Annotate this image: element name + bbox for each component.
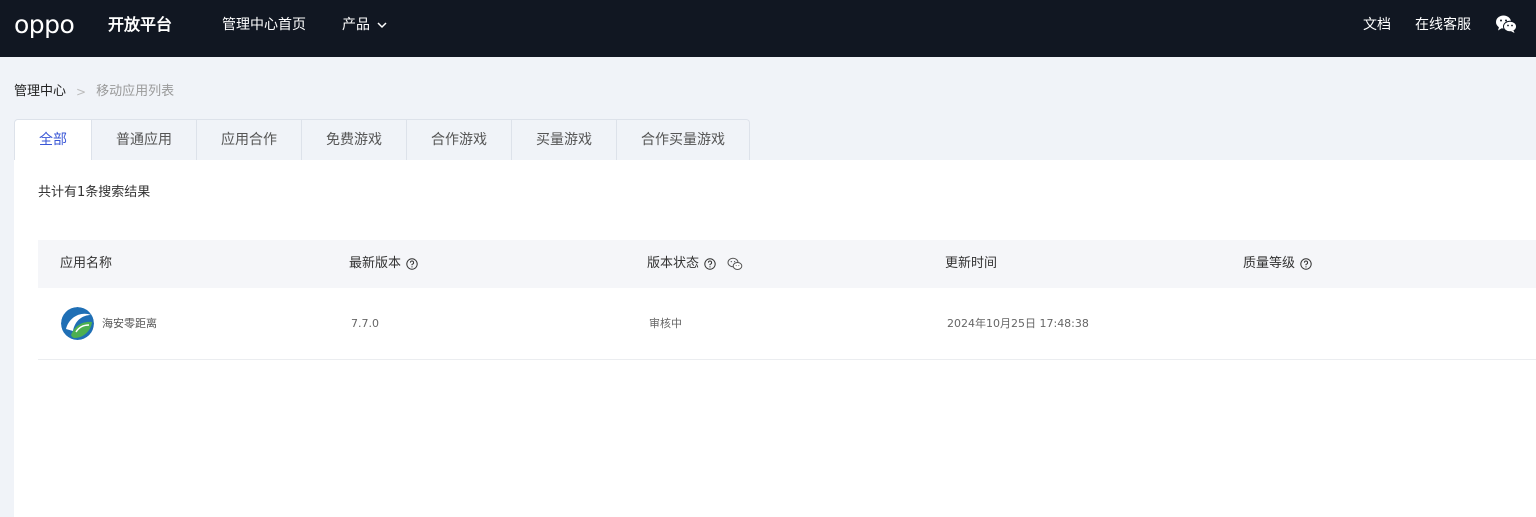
- table-row[interactable]: 海安零距离 7.7.0 审核中 2024年10月25日 17:48:38: [38, 288, 1536, 360]
- oppo-logo[interactable]: oppo: [14, 11, 75, 39]
- wechat-icon[interactable]: [1495, 14, 1517, 34]
- help-icon[interactable]: [406, 258, 418, 270]
- nav-products-dropdown[interactable]: 产品: [342, 16, 388, 34]
- tab-all[interactable]: 全部: [15, 120, 92, 160]
- tab-app-cooperation[interactable]: 应用合作: [197, 120, 302, 160]
- breadcrumb: 管理中心 > 移动应用列表: [14, 83, 174, 101]
- tab-paid-traffic-games[interactable]: 买量游戏: [512, 120, 617, 160]
- result-count: 共计有1条搜索结果: [38, 185, 151, 200]
- brand-subtitle: 开放平台: [108, 15, 173, 34]
- tab-cooperation-paid-traffic-games[interactable]: 合作买量游戏: [617, 120, 749, 160]
- nav-docs[interactable]: 文档: [1363, 16, 1391, 34]
- update-time-value: 2024年10月25日 17:48:38: [947, 317, 1089, 330]
- column-quality-level-label: 质量等级: [1243, 256, 1296, 271]
- app-list-panel: 共计有1条搜索结果 应用名称 最新版本 版本状态 更新时间 质量等级 海安零距离…: [14, 160, 1536, 517]
- column-update-time-label: 更新时间: [945, 256, 998, 271]
- breadcrumb-current: 移动应用列表: [96, 84, 175, 99]
- tab-free-games[interactable]: 免费游戏: [302, 120, 407, 160]
- column-version-status-label: 版本状态: [647, 256, 700, 271]
- column-version-status: 版本状态: [647, 255, 743, 273]
- table-header: 应用名称 最新版本 版本状态 更新时间 质量等级: [38, 240, 1536, 288]
- nav-management-home[interactable]: 管理中心首页: [222, 16, 306, 34]
- column-update-time: 更新时间: [945, 255, 997, 273]
- tab-normal-apps[interactable]: 普通应用: [92, 120, 197, 160]
- chevron-down-icon: [377, 22, 387, 29]
- breadcrumb-separator: >: [76, 85, 87, 99]
- column-app-name-label: 应用名称: [60, 256, 113, 271]
- help-icon[interactable]: [1300, 258, 1312, 270]
- top-navigation-bar: oppo 开放平台 管理中心首页 产品 文档 在线客服: [0, 0, 1536, 57]
- column-app-name: 应用名称: [60, 255, 112, 273]
- column-latest-version: 最新版本: [349, 255, 418, 273]
- app-type-tabs: 全部 普通应用 应用合作 免费游戏 合作游戏 买量游戏 合作买量游戏: [14, 119, 750, 160]
- app-logo-icon[interactable]: [61, 307, 94, 340]
- breadcrumb-home[interactable]: 管理中心: [14, 83, 66, 101]
- nav-online-support[interactable]: 在线客服: [1415, 16, 1471, 34]
- column-latest-version-label: 最新版本: [349, 256, 402, 271]
- help-icon[interactable]: [704, 258, 716, 270]
- latest-version-value: 7.7.0: [351, 317, 379, 330]
- app-name-link[interactable]: 海安零距离: [102, 317, 157, 331]
- wechat-icon[interactable]: [727, 257, 743, 271]
- version-status-value: 审核中: [649, 317, 682, 330]
- nav-products-label: 产品: [342, 17, 370, 33]
- tab-cooperation-games[interactable]: 合作游戏: [407, 120, 512, 160]
- column-quality-level: 质量等级: [1243, 255, 1312, 273]
